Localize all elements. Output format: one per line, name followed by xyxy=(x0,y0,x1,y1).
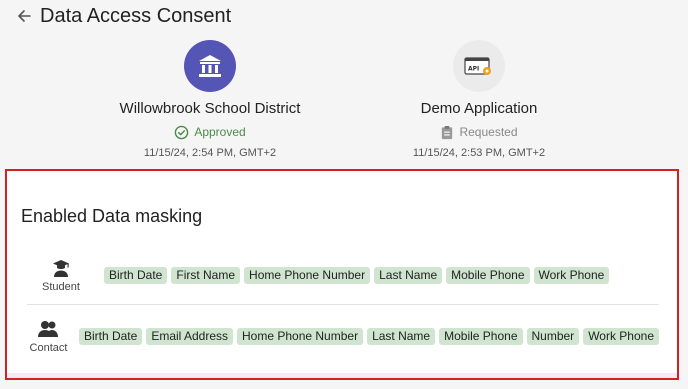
masked-field-chip: Mobile Phone xyxy=(446,266,530,284)
data-masking-panel: Enabled Data masking Student Birth Date … xyxy=(5,169,679,380)
masked-field-chip: Birth Date xyxy=(104,266,168,284)
masked-field-chip: Last Name xyxy=(367,327,436,345)
arrow-left-icon xyxy=(18,10,31,22)
school-status-label: Approved xyxy=(194,125,246,139)
contacts-icon xyxy=(38,320,59,337)
masking-row-contact: Contact Birth Date Email Address Home Ph… xyxy=(27,307,659,365)
masking-section-title: Enabled Data masking xyxy=(21,206,203,226)
role-contact: Contact xyxy=(27,319,70,354)
api-icon: API xyxy=(464,57,491,75)
app-name: Demo Application xyxy=(420,100,538,117)
app-timestamp: 11/15/24, 2:53 PM, GMT+2 xyxy=(412,147,546,159)
masked-fields: Birth Date First Name Home Phone Number … xyxy=(104,266,610,284)
masked-field-chip: Email Address xyxy=(146,327,234,345)
masked-field-chip: Last Name xyxy=(374,266,443,284)
masked-field-chip: Work Phone xyxy=(583,327,659,345)
page-header: Data Access Consent xyxy=(0,0,688,34)
app-avatar: API xyxy=(453,40,505,92)
role-label: Student xyxy=(42,280,80,293)
student-icon xyxy=(53,259,69,277)
role-student: Student xyxy=(27,258,95,293)
school-status: Approved xyxy=(90,124,330,140)
masked-field-chip: Home Phone Number xyxy=(244,266,371,284)
app-status-label: Requested xyxy=(459,125,518,139)
page-title: Data Access Consent xyxy=(40,5,232,27)
masked-field-chip: First Name xyxy=(171,266,241,284)
school-name: Willowbrook School District xyxy=(119,100,301,117)
masked-fields: Birth Date Email Address Home Phone Numb… xyxy=(78,327,659,345)
clipboard-icon xyxy=(442,125,453,139)
role-label: Contact xyxy=(29,341,68,354)
masked-field-chip: Birth Date xyxy=(78,327,143,345)
institution-icon xyxy=(199,55,221,77)
masked-field-chip: Number xyxy=(526,327,580,345)
masking-row-student: Student Birth Date First Name Home Phone… xyxy=(27,246,659,305)
masked-field-chip: Work Phone xyxy=(533,266,610,284)
back-button[interactable] xyxy=(12,5,36,27)
party-app: API Demo Application Requested 11/15/24,… xyxy=(359,40,599,160)
masked-field-chip: Mobile Phone xyxy=(439,327,523,345)
school-timestamp: 11/15/24, 2:54 PM, GMT+2 xyxy=(143,147,277,159)
panel-bottom-strip xyxy=(7,373,677,378)
app-status: Requested xyxy=(359,124,599,140)
svg-text:API: API xyxy=(468,66,479,73)
check-circle-icon xyxy=(175,125,189,139)
party-school: Willowbrook School District Approved 11/… xyxy=(90,40,330,160)
masked-field-chip: Home Phone Number xyxy=(237,327,364,345)
school-avatar xyxy=(184,40,236,92)
